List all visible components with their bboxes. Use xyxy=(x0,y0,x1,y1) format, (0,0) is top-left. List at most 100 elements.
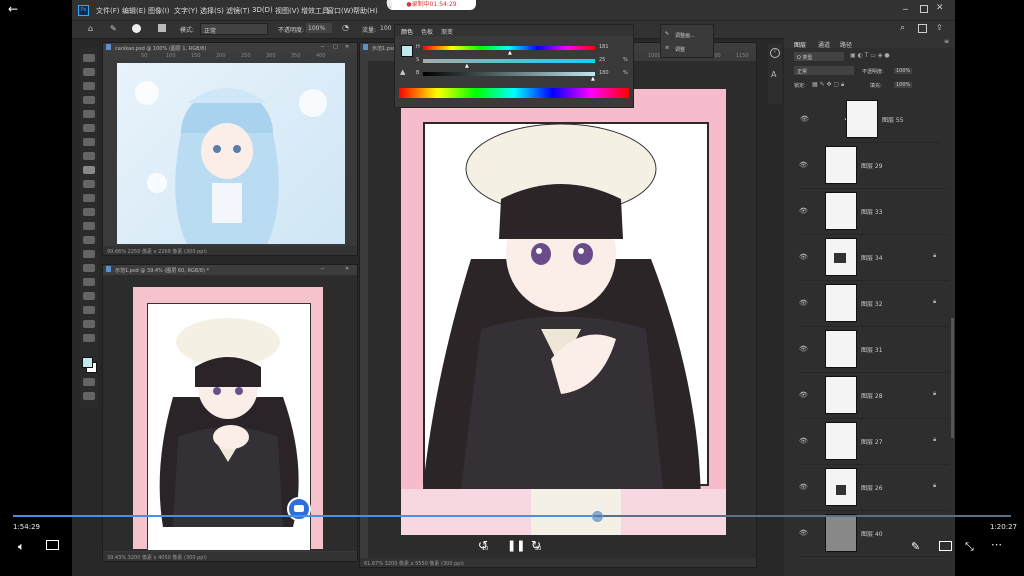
brush-tool-active-icon[interactable] xyxy=(83,166,95,174)
layer-row[interactable]: 👁︎ 图层 34 🔒︎ xyxy=(799,234,949,281)
fill-value[interactable]: 100% xyxy=(894,82,913,88)
tab-paths[interactable]: 路径 xyxy=(840,40,852,49)
opacity-field[interactable]: 100% xyxy=(306,23,332,33)
lasso-tool-icon[interactable] xyxy=(83,82,95,90)
tab-swatches[interactable]: 色板 xyxy=(421,27,433,36)
close-icon[interactable]: ✕ xyxy=(345,266,349,272)
hue-slider-thumb[interactable]: ▲ xyxy=(508,50,512,56)
adjust-sliders-icon[interactable]: ≡ xyxy=(665,45,669,51)
volume-icon[interactable]: 🔈︎ xyxy=(18,540,25,554)
dodge-tool-icon[interactable] xyxy=(83,250,95,258)
visibility-eye-icon[interactable]: 👁︎ xyxy=(799,391,808,399)
menu-item-filter[interactable]: 滤镜(T) xyxy=(226,6,250,16)
layer-row[interactable]: 👁︎ 图层 27 🔒︎ xyxy=(799,418,949,465)
menu-item-select[interactable]: 选择(S) xyxy=(200,6,224,16)
minimize-icon[interactable]: ─ xyxy=(321,266,324,272)
adjust-brush-label[interactable]: 调整画... xyxy=(675,32,695,39)
layer-row[interactable]: 👁︎ ↙ 图层 55 xyxy=(800,96,940,143)
eraser-tool-icon[interactable] xyxy=(83,208,95,216)
reference-document-tab[interactable]: canikao.psd @ 100% (图层 1, RGB/8) ─ □ ✕ xyxy=(103,43,357,53)
adjust-brush-icon[interactable]: ✎ xyxy=(665,31,669,37)
character-icon[interactable]: A xyxy=(771,70,776,79)
color-spectrum-bar[interactable] xyxy=(399,88,629,98)
layer-row[interactable]: 👁︎ 图层 40 xyxy=(799,510,949,557)
brush-tool-icon[interactable]: ✎ xyxy=(110,24,117,33)
eyedropper-tool-icon[interactable] xyxy=(83,138,95,146)
layer-row[interactable]: 👁︎ 图层 28 🔒︎ xyxy=(799,372,949,419)
blur-tool-icon[interactable] xyxy=(83,236,95,244)
filter-kind-select[interactable]: Q 类型 xyxy=(794,52,844,61)
adjust-label[interactable]: 调整 xyxy=(675,46,685,53)
marquee-tool-icon[interactable] xyxy=(83,68,95,76)
pen-tool-icon[interactable] xyxy=(83,264,95,272)
workspace-icon[interactable] xyxy=(918,24,927,33)
flow-value[interactable]: 100 xyxy=(380,25,391,32)
tab-color[interactable]: 颜色 xyxy=(401,27,413,36)
rewind-button[interactable]: ↺ 10 xyxy=(478,538,488,552)
lock-icons[interactable]: ▦ ✎ ✥ ▢ 🔒︎ xyxy=(812,81,844,89)
minimize-icon[interactable]: ─ xyxy=(321,44,324,50)
visibility-eye-icon[interactable]: 👁︎ xyxy=(799,207,808,215)
visibility-eye-icon[interactable]: 👁︎ xyxy=(799,299,808,307)
layer-row[interactable]: 👁︎ 图层 26 🔒︎ xyxy=(799,464,949,511)
menu-item-file[interactable]: 文件(F) xyxy=(96,6,120,16)
screen-mode-icon[interactable] xyxy=(83,392,95,400)
layer-row[interactable]: 👁︎ 图层 33 xyxy=(799,188,949,235)
zoom-tool-icon[interactable] xyxy=(83,334,95,342)
tab-layers[interactable]: 图层 xyxy=(794,40,806,49)
stamp-tool-icon[interactable] xyxy=(83,180,95,188)
exit-fullscreen-icon[interactable]: ⤡ xyxy=(965,540,974,554)
move-tool-icon[interactable] xyxy=(83,54,95,62)
brush-preset-dot[interactable] xyxy=(132,24,141,33)
maximize-icon[interactable]: □ xyxy=(333,44,338,50)
menu-item-type[interactable]: 文字(Y) xyxy=(174,6,198,16)
mode-select[interactable]: 正常 xyxy=(200,23,268,35)
menu-item-window[interactable]: 窗口(W) xyxy=(327,6,353,16)
pause-button[interactable]: ❚❚ xyxy=(507,539,525,552)
preview-document-tab[interactable]: 示范1.psd @ 39.4% (图层 60, RGB/8) * ─ ✕ xyxy=(103,265,357,275)
forward-button[interactable]: ↻ 30 xyxy=(531,538,541,552)
visibility-eye-icon[interactable]: 👁︎ xyxy=(799,483,808,491)
visibility-eye-icon[interactable]: 👁︎ xyxy=(799,345,808,353)
quick-mask-icon[interactable] xyxy=(83,378,95,386)
more-options-icon[interactable]: ⋯ xyxy=(991,538,1002,551)
brush-settings-icon[interactable] xyxy=(158,24,166,32)
visibility-eye-icon[interactable]: 👁︎ xyxy=(799,253,808,261)
filter-icons[interactable]: ▣ ◐ T ▭ ◈ ● xyxy=(850,52,930,61)
menu-item-image[interactable]: 图像(I) xyxy=(148,6,170,16)
maximize-icon[interactable] xyxy=(920,5,928,13)
home-icon[interactable]: ⌂ xyxy=(88,24,93,33)
menu-item-help[interactable]: 帮助(H) xyxy=(353,6,378,16)
quick-select-tool-icon[interactable] xyxy=(83,96,95,104)
visibility-eye-icon[interactable]: 👁︎ xyxy=(799,161,808,169)
close-icon[interactable]: ✕ xyxy=(936,3,944,13)
layers-scrollbar[interactable] xyxy=(951,318,954,438)
brightness-slider-thumb[interactable]: ▲ xyxy=(591,76,595,82)
menu-item-3d[interactable]: 3D(D) xyxy=(252,6,273,14)
visibility-eye-icon[interactable]: 👁︎ xyxy=(799,529,808,537)
history-brush-tool-icon[interactable] xyxy=(83,194,95,202)
minimize-icon[interactable]: ─ xyxy=(903,5,908,14)
brightness-slider[interactable] xyxy=(423,72,595,76)
tab-gradients[interactable]: 渐变 xyxy=(441,27,453,36)
brightness-value[interactable]: 180 xyxy=(599,70,609,76)
frame-tool-icon[interactable] xyxy=(83,124,95,132)
menu-item-plugins[interactable]: 增效工具 xyxy=(301,6,329,16)
layer-row[interactable]: 👁︎ 图层 29 xyxy=(799,142,949,189)
blend-mode-select[interactable]: 正常 xyxy=(794,66,854,75)
layer-row[interactable]: 👁︎ 图层 32 🔒︎ xyxy=(799,280,949,327)
picture-in-picture-icon[interactable] xyxy=(939,541,952,551)
hand-tool-icon[interactable] xyxy=(83,320,95,328)
type-tool-icon[interactable] xyxy=(83,278,95,286)
pressure-opacity-icon[interactable]: ◔ xyxy=(342,23,349,32)
healing-tool-icon[interactable] xyxy=(83,152,95,160)
search-icon[interactable]: ⌕ xyxy=(900,23,905,33)
visibility-eye-icon[interactable]: 👁︎ xyxy=(799,437,808,445)
foreground-color-swatch[interactable] xyxy=(82,357,93,368)
saturation-slider[interactable] xyxy=(423,59,595,63)
path-select-tool-icon[interactable] xyxy=(83,292,95,300)
share-icon[interactable]: ⇪ xyxy=(936,23,943,32)
progress-knob[interactable] xyxy=(591,511,603,522)
hue-value[interactable]: 181 xyxy=(599,44,609,50)
layer-opacity-value[interactable]: 100% xyxy=(894,68,913,74)
